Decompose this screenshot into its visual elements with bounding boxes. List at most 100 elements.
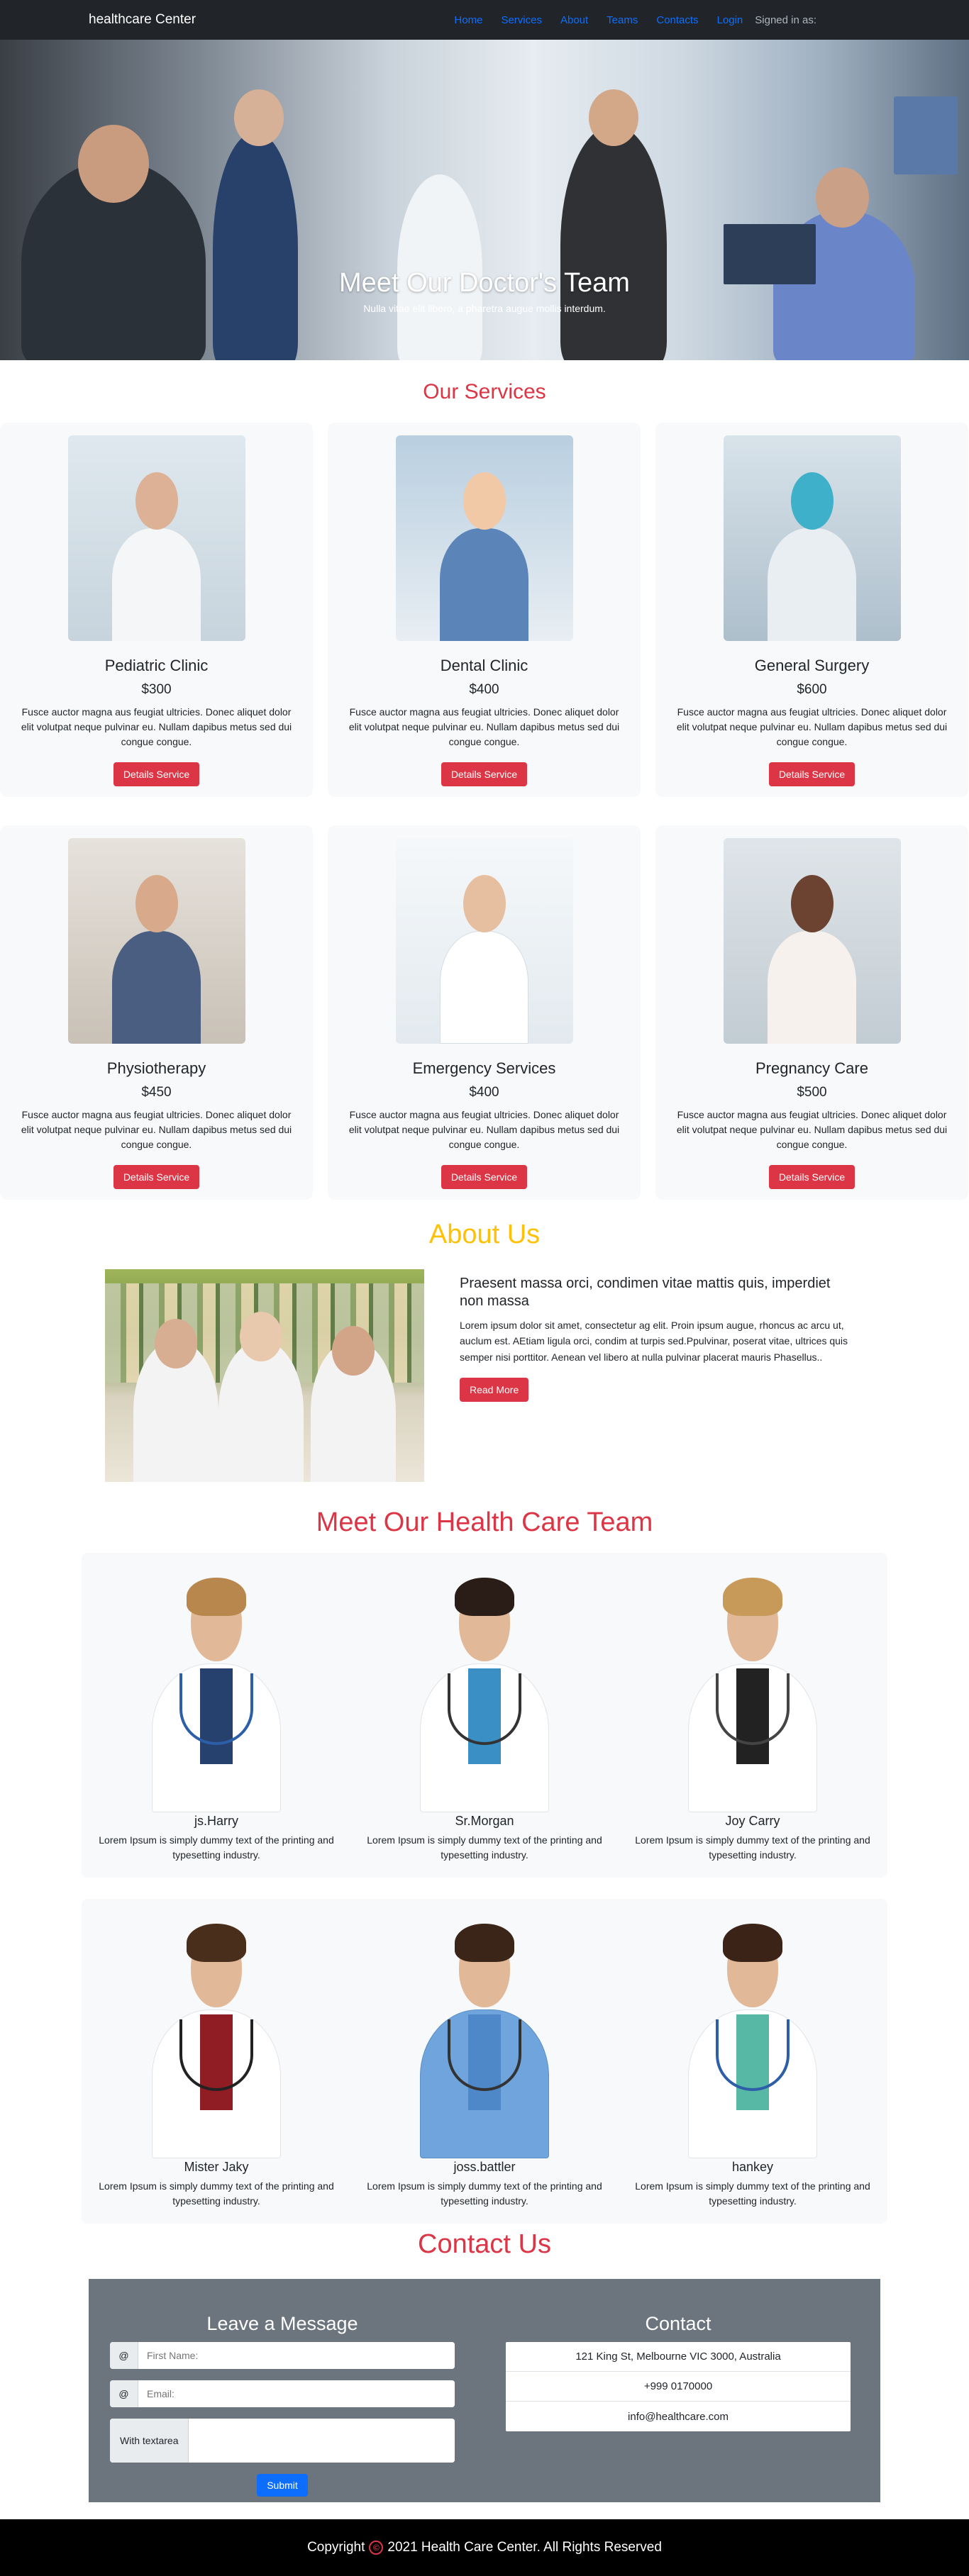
hero-subtitle: Nulla vitae elit libero, a pharetra augu… [363,303,606,314]
nav-link-home[interactable]: Home [445,14,492,26]
service-image-physiotherapy [67,838,245,1044]
nav-link-about[interactable]: About [551,14,597,26]
service-description: Fusce auctor magna aus feugiat ultricies… [676,706,948,747]
top-navbar: healthcare Center Home Services About Te… [0,0,969,40]
hero-photo-figure [78,125,149,203]
details-service-button[interactable]: Details Service [113,762,200,786]
service-price: $600 [797,682,827,697]
hero-caption: Meet Our Doctor's Team Nulla vitae elit … [0,268,969,314]
service-description: Fusce auctor magna aus feugiat ultricies… [21,706,292,747]
details-service-button[interactable]: Details Service [768,762,856,786]
service-price: $300 [141,682,172,697]
message-textarea[interactable] [189,2419,455,2463]
service-description: Fusce auctor magna aus feugiat ultricies… [21,1109,292,1150]
hero-photo-figure [816,167,869,228]
member-photo [660,1573,845,1812]
service-name: Physiotherapy [106,1059,206,1077]
hero-photo-figure [234,89,284,146]
details-service-button[interactable]: Details Service [768,1165,856,1189]
copyright-text: 2021 Health Care Center. All Rights Rese… [387,2540,662,2555]
contact-address: 121 King St, Melbourne VIC 3000, Austral… [506,2342,851,2372]
service-description: Fusce auctor magna aus feugiat ultricies… [348,706,620,747]
textarea-label: With textarea [110,2419,189,2463]
services-title: Our Services [423,380,546,403]
contact-box: Leave a Message @ @ With textarea Submit… [89,2279,880,2502]
hero-photo-figure [589,89,638,146]
service-card: Pediatric Clinic $300 Fusce auctor magna… [0,423,313,797]
nav-link-contacts[interactable]: Contacts [647,14,707,26]
about-section: About Us Praesent massa orci, condimen v… [0,1220,969,1486]
team-title: Meet Our Health Care Team [316,1507,653,1537]
about-row: Praesent massa orci, condimen vitae matt… [0,1269,969,1486]
contact-list: 121 King St, Melbourne VIC 3000, Austral… [506,2342,851,2431]
service-image-pregnancy [723,838,901,1044]
about-title: About Us [428,1220,541,1249]
hero-photo-shelf [894,96,958,174]
team-member-card: Joy Carry Lorem Ipsum is simply dummy te… [618,1553,887,1878]
team-row: Mister Jaky Lorem Ipsum is simply dummy … [82,1899,887,2224]
hero-title: Meet Our Doctor's Team [339,268,630,298]
first-name-input[interactable] [138,2342,455,2369]
member-description: Lorem Ipsum is simply dummy text of the … [99,2180,334,2207]
team-member-card: Sr.Morgan Lorem Ipsum is simply dummy te… [351,1553,618,1878]
textarea-group: With textarea [110,2419,455,2463]
form-heading: Leave a Message [206,2313,358,2334]
contact-info: Contact 121 King St, Melbourne VIC 3000,… [506,2313,851,2502]
about-heading: Praesent massa orci, condimen vitae matt… [460,1276,831,1309]
service-price: $500 [797,1085,827,1100]
service-price: $400 [469,1085,499,1100]
hero-carousel[interactable]: Meet Our Doctor's Team Nulla vitae elit … [0,40,969,360]
service-image-dental [395,435,573,641]
service-card: Pregnancy Care $500 Fusce auctor magna a… [655,825,968,1200]
read-more-button[interactable]: Read More [460,1378,529,1403]
member-photo [392,1573,577,1812]
submit-button[interactable]: Submit [257,2474,308,2497]
nav-links: Home Services About Teams Contacts Login… [445,14,880,26]
member-photo [392,1919,577,2158]
member-name: Sr.Morgan [455,1814,514,1828]
member-description: Lorem Ipsum is simply dummy text of the … [367,2180,602,2207]
about-text: Praesent massa orci, condimen vitae matt… [460,1269,857,1486]
contact-phone: +999 0170000 [506,2372,851,2402]
brand-name[interactable]: healthcare Center [89,12,196,28]
service-image-emergency [395,838,573,1044]
service-image-surgery [723,435,901,641]
details-service-button[interactable]: Details Service [441,1165,528,1189]
email-input[interactable] [138,2380,455,2407]
member-name: js.Harry [194,1814,238,1828]
team-member-card: hankey Lorem Ipsum is simply dummy text … [618,1899,887,2224]
contact-title: Contact Us [418,2229,551,2259]
service-name: Dental Clinic [440,657,528,674]
team-member-card: joss.battler Lorem Ipsum is simply dummy… [351,1899,618,2224]
service-price: $400 [469,682,499,697]
member-photo [124,1919,309,2158]
service-card: Dental Clinic $400 Fusce auctor magna au… [328,423,641,797]
contact-info-heading: Contact [645,2313,711,2334]
member-description: Lorem Ipsum is simply dummy text of the … [635,2180,870,2207]
copyright-icon: © [369,2541,384,2555]
contact-section: Contact Us Leave a Message @ @ With text… [0,2229,969,2502]
member-name: hankey [731,2160,774,2174]
signed-in-text: Signed in as: [755,13,816,26]
member-name: Mister Jaky [184,2160,249,2174]
service-name: Pediatric Clinic [104,657,209,674]
message-form: Leave a Message @ @ With textarea Submit [110,2313,455,2502]
service-card: Physiotherapy $450 Fusce auctor magna au… [0,825,313,1200]
service-card: Emergency Services $400 Fusce auctor mag… [328,825,641,1200]
details-service-button[interactable]: Details Service [113,1165,200,1189]
about-body: Lorem ipsum dolor sit amet, consectetur … [460,1320,848,1363]
services-section: Our Services Pediatric Clinic $300 Fusce… [0,360,969,1200]
services-grid: Pediatric Clinic $300 Fusce auctor magna… [0,423,969,1200]
nav-link-services[interactable]: Services [492,14,551,26]
details-service-button[interactable]: Details Service [441,762,528,786]
member-photo [124,1573,309,1812]
service-card: General Surgery $600 Fusce auctor magna … [655,423,968,797]
nav-link-teams[interactable]: Teams [597,14,647,26]
hero-photo-figure [560,125,667,360]
service-price: $450 [141,1085,172,1100]
about-image-pharmacists [105,1269,424,1482]
service-name: Emergency Services [412,1059,556,1077]
service-description: Fusce auctor magna aus feugiat ultricies… [348,1109,620,1150]
service-name: Pregnancy Care [755,1059,868,1077]
nav-link-login[interactable]: Login [708,14,753,26]
